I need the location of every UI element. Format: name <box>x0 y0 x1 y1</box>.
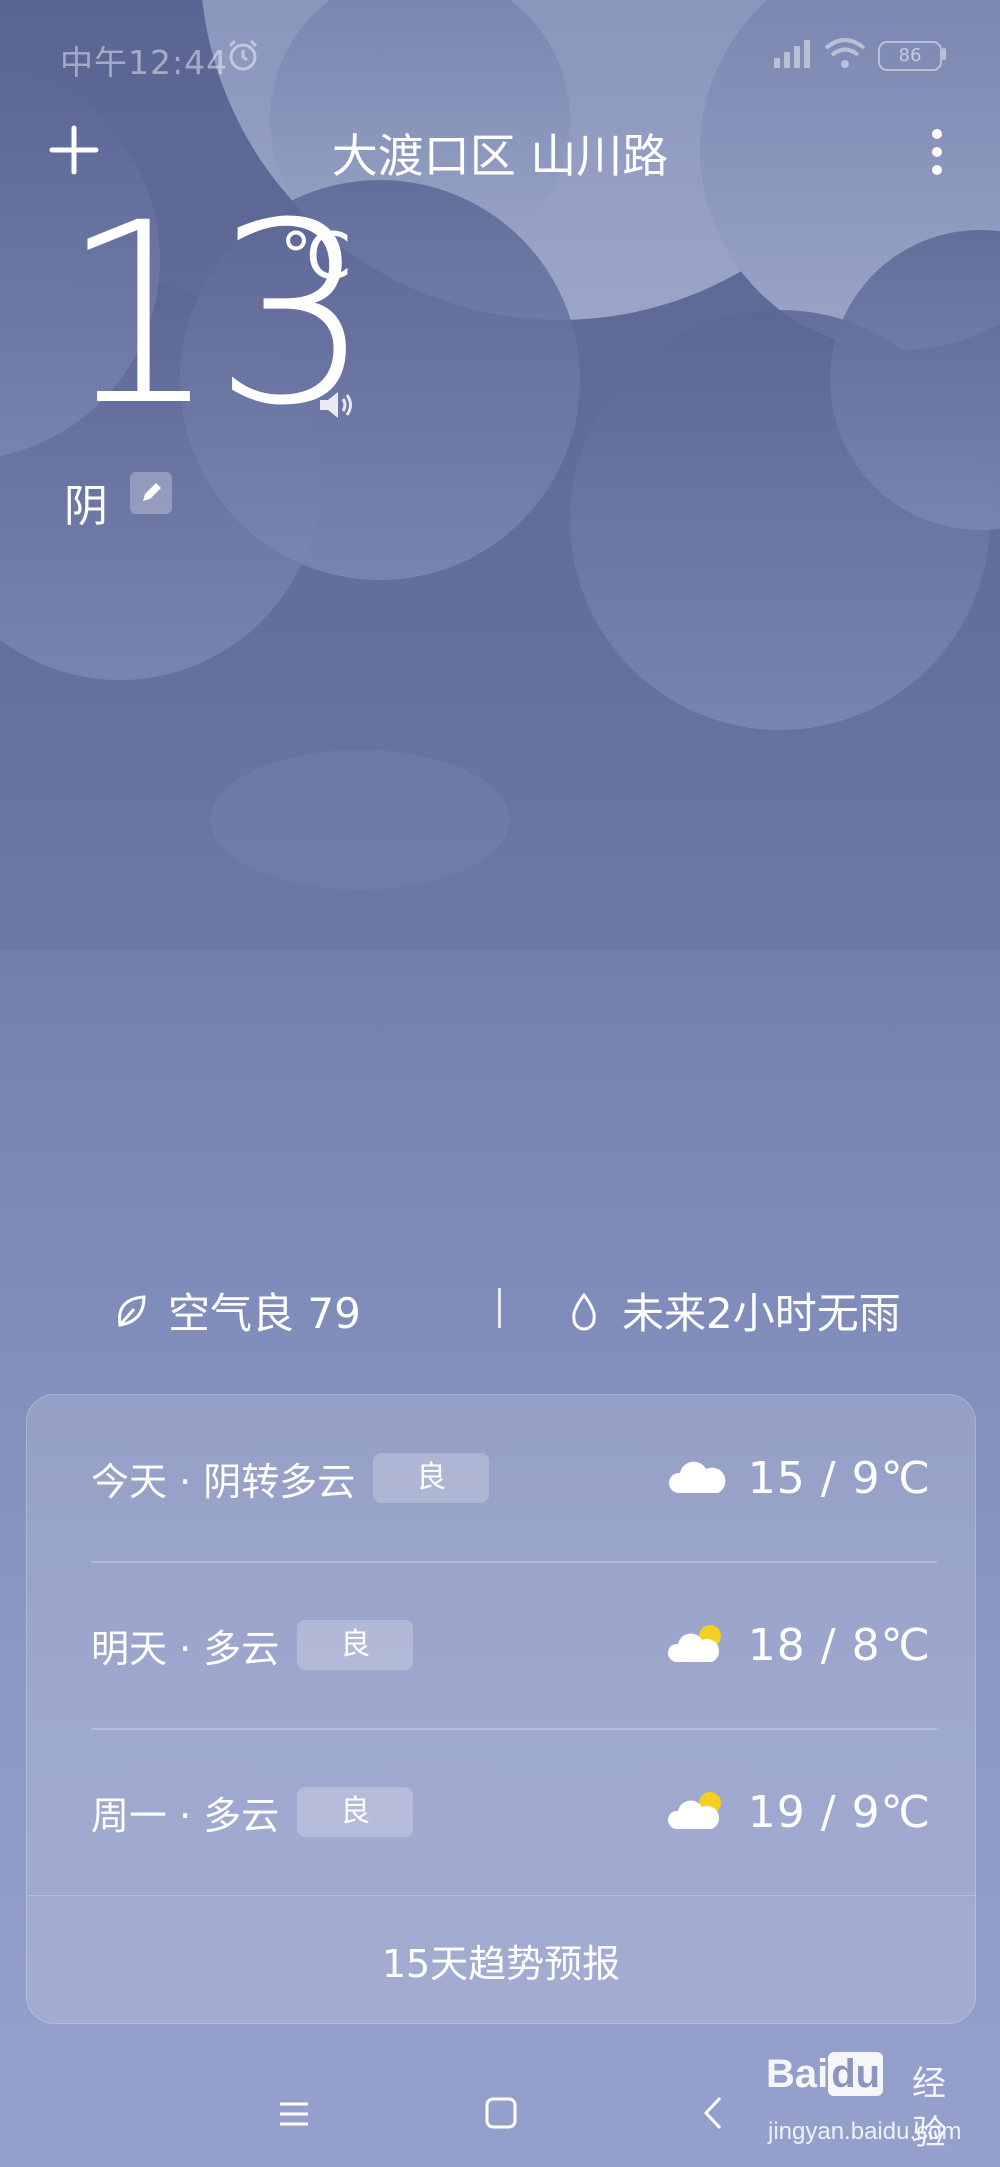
forecast-day-label: 周一 · 多云 <box>91 1793 280 1838</box>
aqi-badge: 良 <box>297 1620 414 1670</box>
forecast-row-today[interactable]: 今天 · 阴转多云 良 15 / 9℃ <box>91 1395 937 1561</box>
fifteen-day-forecast-button[interactable]: 15天趋势预报 <box>27 1895 975 2023</box>
forecast-temps: 18 / 8℃ <box>747 1619 931 1671</box>
pencil-icon <box>143 483 161 501</box>
air-quality[interactable]: 空气良 79 <box>112 1280 361 1341</box>
air-quality-label: 空气良 79 <box>168 1289 361 1338</box>
forecast-row-tomorrow[interactable]: 明天 · 多云 良 18 / 8℃ <box>91 1562 937 1728</box>
back-icon[interactable] <box>700 2094 724 2132</box>
edit-button[interactable] <box>130 472 172 514</box>
watermark-logo: Baidu <box>766 2052 884 2097</box>
weather-condition: 阴 <box>64 481 108 532</box>
partly-cloudy-icon <box>667 1792 721 1829</box>
speaker-icon[interactable] <box>316 388 356 422</box>
battery-indicator: 86 <box>878 41 942 71</box>
forecast-day-label: 今天 · 阴转多云 <box>91 1459 356 1504</box>
summary-row: 空气良 79 未来2小时无雨 <box>0 1280 1000 1340</box>
baidu-watermark: Baidu 经验 jingyan.baidu.com <box>766 2040 976 2160</box>
forecast-day-label: 明天 · 多云 <box>91 1626 280 1671</box>
home-icon[interactable] <box>484 2096 518 2130</box>
signal-icon <box>774 40 810 68</box>
aqi-badge: 良 <box>297 1787 414 1837</box>
forecast-temps: 19 / 9℃ <box>747 1786 931 1838</box>
leaf-icon <box>118 1294 146 1327</box>
watermark-brand-du: du <box>828 2052 884 2096</box>
battery-cap <box>942 48 946 60</box>
wifi-icon <box>824 38 866 68</box>
cloudy-icon <box>668 1461 726 1493</box>
forecast-row-monday[interactable]: 周一 · 多云 良 19 / 9℃ <box>91 1729 937 1895</box>
rain-forecast[interactable]: 未来2小时无雨 <box>566 1280 901 1341</box>
status-bar: 中午12:44 86 <box>0 0 1000 110</box>
watermark-brand: Bai <box>766 2052 829 2096</box>
partly-cloudy-icon <box>667 1625 721 1662</box>
menu-icon[interactable] <box>276 2100 312 2128</box>
alarm-icon <box>228 39 258 71</box>
temperature-unit: ℃ <box>280 220 352 294</box>
watermark-url: jingyan.baidu.com <box>768 2118 962 2145</box>
more-options-icon[interactable] <box>912 122 962 182</box>
summary-divider <box>498 1288 501 1328</box>
aqi-badge: 良 <box>373 1453 490 1503</box>
forecast-temps: 15 / 9℃ <box>747 1452 931 1504</box>
status-time: 中午12:44 <box>60 43 229 82</box>
rain-forecast-label: 未来2小时无雨 <box>622 1289 901 1338</box>
water-drop-icon <box>572 1291 596 1330</box>
forecast-card: 今天 · 阴转多云 良 15 / 9℃ 明天 · 多云 良 18 / 8℃ 周一… <box>26 1394 976 2024</box>
